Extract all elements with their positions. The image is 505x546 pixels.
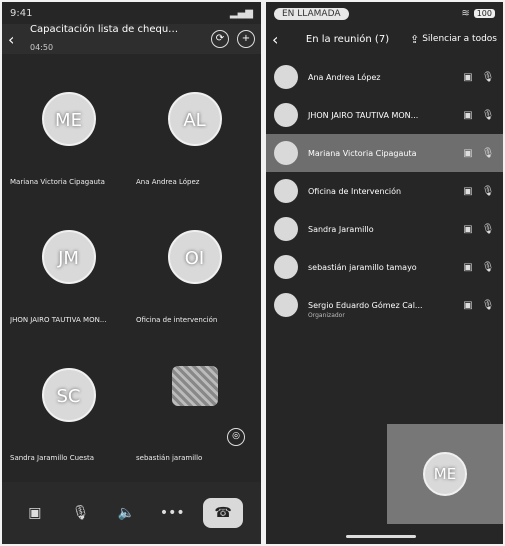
participant-name: Sergio Eduardo Gómez Cal...: [308, 300, 423, 310]
mic-icon: 🎙: [481, 147, 495, 159]
tile-name: Ana Andrea López: [136, 178, 200, 186]
participant-name: sebastián jaramillo tamayo: [308, 262, 417, 272]
camera-off-icon: ▣: [463, 147, 473, 159]
mic-off-icon: 🎙: [481, 223, 495, 235]
participant-name: JHON JAIRO TAUTIVA MON...: [308, 110, 419, 120]
avatar: [274, 141, 298, 165]
participants-screen: EN LLAMADA ≋ 100 ‹ En la reunión (7) ⇪ S…: [266, 2, 503, 544]
mute-all-button[interactable]: Silenciar a todos: [422, 34, 497, 44]
avatar: JM: [41, 230, 96, 284]
list-item[interactable]: Sandra Jaramillo ▣ 🎙: [266, 210, 503, 248]
mic-off-icon: 🎙: [481, 109, 495, 121]
status-bar: 9:41 ▂▄▆: [2, 2, 261, 24]
camera-off-icon[interactable]: ▣: [20, 498, 50, 528]
participant-tile[interactable]: OI Oficina de intervención: [132, 198, 257, 330]
list-item[interactable]: Mariana Victoria Cipagauta ▣ 🎙: [266, 134, 503, 172]
participants-header: ‹ En la reunión (7) ⇪ Silenciar a todos: [266, 24, 503, 54]
participant-list: Ana Andrea López ▣ 🎙 JHON JAIRO TAUTIVA …: [266, 58, 503, 324]
participant-name: Mariana Victoria Cipagauta: [308, 148, 417, 158]
camera-switch-icon[interactable]: ⟳: [211, 30, 229, 48]
video-thumbnail: [171, 366, 218, 406]
avatar: [274, 293, 298, 317]
participant-tile[interactable]: ◎ sebastián jaramillo: [132, 336, 257, 468]
avatar: [274, 217, 298, 241]
avatar: ME: [41, 92, 96, 146]
status-bar: EN LLAMADA ≋ 100: [266, 2, 503, 24]
avatar: [274, 255, 298, 279]
avatar: ME: [423, 452, 467, 496]
wifi-icon: ≋: [461, 7, 470, 19]
tile-name: Mariana Victoria Cipagauta: [10, 178, 105, 186]
tile-name: sebastián jaramillo: [136, 454, 203, 462]
battery-indicator: 100: [473, 8, 495, 18]
avatar: [274, 65, 298, 89]
camera-off-icon: ▣: [463, 299, 473, 311]
participant-tile[interactable]: SC Sandra Jaramillo Cuesta: [6, 336, 131, 468]
mic-off-icon: 🎙: [481, 185, 495, 197]
mic-off-icon[interactable]: 🎙: [66, 498, 96, 528]
participant-tile[interactable]: ME Mariana Victoria Cipagauta: [6, 60, 131, 192]
host-label: Organizador: [308, 312, 345, 319]
meeting-duration: 04:50: [30, 43, 54, 52]
add-participant-icon[interactable]: +: [237, 30, 255, 48]
participant-name: Ana Andrea López: [308, 72, 381, 82]
camera-off-icon: ▣: [463, 223, 473, 235]
home-indicator[interactable]: [346, 535, 416, 538]
participant-tile[interactable]: AL Ana Andrea López: [132, 60, 257, 192]
camera-off-icon: ▣: [463, 261, 473, 273]
camera-off-icon: ▣: [463, 185, 473, 197]
avatar: OI: [167, 230, 222, 284]
mic-off-icon: 🎙: [481, 261, 495, 273]
participant-name: Oficina de Intervención: [308, 186, 402, 196]
status-time: 9:41: [10, 7, 33, 19]
more-options-icon[interactable]: •••: [157, 498, 187, 528]
hang-up-icon[interactable]: ☎: [203, 498, 244, 528]
tile-name: Sandra Jaramillo Cuesta: [10, 454, 94, 462]
avatar: AL: [167, 92, 222, 146]
participant-tile[interactable]: JM JHON JAIRO TAUTIVA MON...: [6, 198, 131, 330]
participants-title: En la reunión (7): [305, 33, 390, 45]
list-item[interactable]: Sergio Eduardo Gómez Cal... Organizador …: [266, 286, 503, 324]
list-item[interactable]: JHON JAIRO TAUTIVA MON... ▣ 🎙: [266, 96, 503, 134]
avatar: [274, 179, 298, 203]
call-status-badge[interactable]: EN LLAMADA: [274, 7, 349, 20]
avatar: SC: [41, 368, 96, 422]
signal-icon: ▂▄▆: [229, 7, 253, 19]
call-controls: ▣ 🎙 🔈 ••• ☎: [2, 482, 261, 544]
video-grid: ME Mariana Victoria Cipagauta AL Ana And…: [2, 60, 261, 472]
back-arrow-icon[interactable]: ‹: [8, 30, 24, 49]
mic-off-icon: 🎙: [481, 71, 495, 83]
avatar: [274, 103, 298, 127]
mic-off-icon: 🎙: [481, 299, 495, 311]
list-item[interactable]: Oficina de Intervención ▣ 🎙: [266, 172, 503, 210]
list-item[interactable]: sebastián jaramillo tamayo ▣ 🎙: [266, 248, 503, 286]
meeting-screen: 9:41 ▂▄▆ ‹ Capacitación lista de chequeo…: [2, 2, 261, 544]
meeting-title: Capacitación lista de chequeo: [30, 24, 180, 35]
tile-name: Oficina de intervención: [136, 316, 218, 324]
participant-name: Sandra Jaramillo: [308, 224, 374, 234]
self-view[interactable]: ME: [387, 424, 503, 524]
share-icon[interactable]: ⇪: [410, 33, 419, 46]
tile-name: JHON JAIRO TAUTIVA MON...: [10, 316, 107, 324]
pin-icon[interactable]: ◎: [227, 428, 245, 446]
back-arrow-icon[interactable]: ‹: [272, 30, 288, 49]
meeting-header: ‹ Capacitación lista de chequeo 04:50 ⟳ …: [2, 24, 261, 54]
list-item[interactable]: Ana Andrea López ▣ 🎙: [266, 58, 503, 96]
camera-off-icon: ▣: [463, 71, 473, 83]
camera-off-icon: ▣: [463, 109, 473, 121]
speaker-icon[interactable]: 🔈: [111, 498, 141, 528]
